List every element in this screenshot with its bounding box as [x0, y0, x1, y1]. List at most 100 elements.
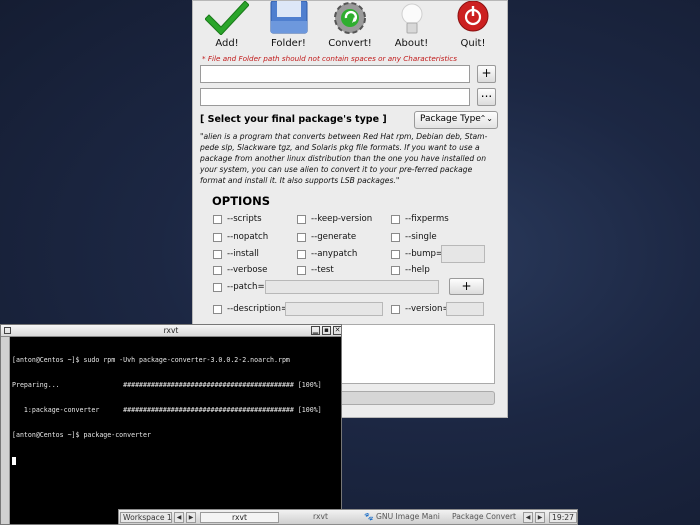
terminal-scrollbar[interactable] [1, 337, 10, 524]
option-label: --test [311, 265, 334, 275]
option-label: --generate [311, 232, 357, 242]
option-anypatch[interactable]: --anypatch [297, 248, 357, 260]
folder-path-input[interactable] [200, 88, 470, 106]
option-scripts[interactable]: --scripts [213, 213, 262, 225]
option-install[interactable]: --install [213, 248, 259, 260]
option-label: --version= [405, 304, 450, 314]
lightbulb-icon [388, 1, 436, 35]
browse-folder-button[interactable]: ... [477, 87, 496, 106]
about-button[interactable]: About! [383, 1, 441, 53]
option-version[interactable]: --version= [391, 303, 450, 315]
terminal-output[interactable]: [anton@Centos ~]$ sudo rpm -Uvh package-… [12, 339, 339, 482]
checkbox[interactable] [213, 304, 222, 314]
package-type-heading: [ Select your final package's type ] [200, 114, 387, 125]
option-generate[interactable]: --generate [297, 231, 356, 243]
checkbox[interactable] [391, 249, 400, 259]
minimize-icon[interactable]: ▁ [311, 326, 320, 335]
checkbox[interactable] [391, 214, 400, 224]
option-label: --single [405, 232, 437, 242]
terminal-line: Preparing... ###########################… [12, 381, 322, 390]
option-label: --install [227, 249, 259, 259]
package-type-row: [ Select your final package's type ] Pac… [200, 111, 500, 129]
convert-gear-icon [326, 1, 374, 35]
terminal-line: [anton@Centos ~]$ package-converter [12, 431, 151, 440]
file-path-input[interactable] [200, 65, 470, 83]
next-workspace-icon[interactable]: ▶ [186, 512, 196, 523]
checkbox[interactable] [213, 249, 222, 259]
clock: 19:27 [549, 512, 577, 523]
checkbox[interactable] [297, 214, 306, 224]
bump-input[interactable] [441, 245, 485, 263]
checkbox[interactable] [391, 232, 400, 242]
about-label: About! [394, 38, 429, 49]
chevron-updown-icon: ⌃⌄ [479, 114, 493, 123]
toolbar: Add! Folder! Convert! About! Quit! [193, 1, 507, 53]
folder-label: Folder! [271, 38, 306, 49]
task-rxvt-2[interactable]: rxvt [281, 512, 360, 523]
quit-button[interactable]: Quit! [444, 1, 502, 53]
option-single[interactable]: --single [391, 231, 437, 243]
add-patch-button[interactable]: + [449, 278, 484, 295]
package-type-select[interactable]: Package Type ⌃⌄ [414, 111, 498, 129]
checkbox[interactable] [297, 249, 306, 259]
option-label: --bump= [405, 249, 444, 259]
checkbox[interactable] [213, 282, 222, 292]
workspace-switcher[interactable]: Workspace 1 [120, 512, 172, 523]
checkbox[interactable] [213, 214, 222, 224]
close-icon[interactable]: ✕ [333, 326, 341, 335]
alien-description: "alien is a program that converts betwee… [200, 132, 488, 185]
patch-input[interactable] [265, 280, 439, 294]
task-gimp[interactable]: 🐾 GNU Image Mani [362, 512, 442, 523]
quit-label: Quit! [460, 38, 486, 49]
path-row-2: ... [200, 87, 496, 106]
convert-label: Convert! [328, 38, 372, 49]
task-gimp-label: GNU Image Mani [376, 512, 440, 521]
option-label: --patch= [227, 282, 265, 292]
option-fixperms[interactable]: --fixperms [391, 213, 449, 225]
path-warning: * File and Folder path should not contai… [202, 54, 458, 63]
cursor [12, 456, 16, 465]
folder-button[interactable]: Folder! [260, 1, 318, 53]
rxvt-titlebar[interactable]: rxvt ▁ ▪ ✕ [1, 325, 341, 337]
option-label: --help [405, 265, 430, 275]
checkbox[interactable] [297, 265, 306, 275]
package-type-value: Package Type [420, 114, 481, 124]
convert-button[interactable]: Convert! [321, 1, 379, 53]
task-package-converter[interactable]: Package Convert [444, 512, 524, 523]
checkbox[interactable] [391, 304, 400, 314]
folder-icon [265, 1, 313, 35]
prev-task-icon[interactable]: ◀ [523, 512, 533, 523]
maximize-icon[interactable]: ▪ [322, 326, 331, 335]
option-help[interactable]: --help [391, 264, 430, 276]
checkbox[interactable] [297, 232, 306, 242]
next-task-icon[interactable]: ▶ [535, 512, 545, 523]
option-nopatch[interactable]: --nopatch [213, 231, 268, 243]
task-rxvt-1[interactable]: rxvt [200, 512, 279, 523]
taskbar: Workspace 1 ◀ ▶ rxvt rxvt 🐾 GNU Image Ma… [118, 509, 578, 525]
option-verbose[interactable]: --verbose [213, 264, 267, 276]
terminal-line: [anton@Centos ~]$ sudo rpm -Uvh package-… [12, 355, 290, 364]
power-icon [449, 1, 497, 35]
add-label: Add! [215, 38, 239, 49]
option-test[interactable]: --test [297, 264, 334, 276]
checkbox[interactable] [213, 265, 222, 275]
rxvt-terminal-window: rxvt ▁ ▪ ✕ [anton@Centos ~]$ sudo rpm -U… [0, 324, 342, 525]
checkbox[interactable] [213, 232, 222, 242]
option-bump[interactable]: --bump= [391, 248, 443, 260]
add-file-button[interactable]: + [477, 65, 496, 83]
add-button[interactable]: Add! [198, 1, 256, 53]
option-description[interactable]: --description= [213, 303, 288, 315]
option-label: --fixperms [405, 214, 449, 224]
option-label: --nopatch [227, 232, 269, 242]
checkmark-icon [203, 1, 251, 35]
description-input[interactable] [285, 302, 383, 316]
option-patch[interactable]: --patch= [213, 281, 265, 293]
terminal-line: 1:package-converter ####################… [12, 406, 322, 415]
checkbox[interactable] [391, 265, 400, 275]
prev-workspace-icon[interactable]: ◀ [174, 512, 184, 523]
options-heading: OPTIONS [212, 194, 271, 208]
version-input[interactable] [446, 302, 484, 316]
option-keep-version[interactable]: --keep-version [297, 213, 372, 225]
option-label: --description= [227, 304, 289, 314]
option-label: --keep-version [311, 214, 373, 224]
